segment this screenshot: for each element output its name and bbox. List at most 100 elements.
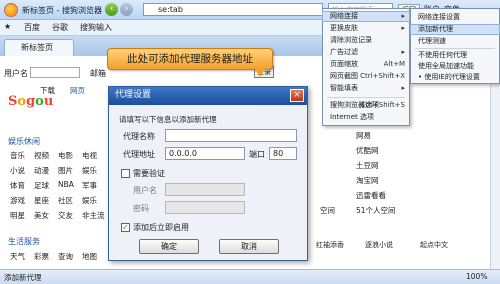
tab-web[interactable]: 网页	[70, 85, 85, 96]
username-input[interactable]	[30, 67, 80, 78]
link[interactable]: 地图	[82, 251, 97, 262]
site-list: 网易 优酷网 土豆网 淘宝网 迅雷看看 51个人空间 空间	[320, 130, 416, 230]
link[interactable]: NBA	[58, 180, 74, 189]
entertainment-grid: 音乐 视频 电影 电视 小说 动漫 图片 娱乐 体育 足球 NBA 军事 游戏 …	[10, 150, 110, 230]
link[interactable]: 动漫	[34, 165, 49, 176]
ok-button[interactable]: 确定	[139, 239, 199, 254]
auth-label: 需要验证	[133, 169, 165, 178]
status-bar	[0, 269, 500, 284]
site-link[interactable]: 空间	[320, 205, 335, 216]
zoom-level[interactable]: 100%	[466, 272, 487, 281]
proxy-name-input[interactable]	[165, 129, 297, 142]
username-label: 用户名	[4, 69, 28, 78]
proxy-dialog: 代理设置 × 请填写以下信息以添加新代理 代理名称 代理地址 0.0.0.0 端…	[108, 86, 308, 261]
menu-options[interactable]: 搜狗浏览器选项 Ctrl+Shift+S	[323, 101, 409, 110]
window-title: 新标签页 - 搜狗浏览器	[22, 6, 102, 15]
submenu-proxy-speed[interactable]: 代理测速	[411, 37, 499, 46]
dialog-title: 代理设置	[109, 87, 307, 105]
fav-baidu[interactable]: 百度	[24, 22, 40, 33]
link[interactable]: 娱乐	[82, 165, 97, 176]
link[interactable]: 军事	[82, 180, 97, 191]
site-link[interactable]: 淘宝网	[356, 175, 379, 186]
browser-logo-icon	[4, 3, 18, 17]
bottom-link[interactable]: 起点中文	[420, 240, 448, 250]
proxy-name-label: 代理名称	[123, 132, 155, 141]
forward-icon[interactable]: ›	[120, 3, 133, 16]
link[interactable]: 电影	[58, 150, 73, 161]
proxy-address-input[interactable]: 0.0.0.0	[165, 147, 245, 160]
bottom-link[interactable]: 逐浪小说	[365, 240, 393, 250]
submenu-no-proxy[interactable]: 不使用任何代理	[411, 51, 499, 60]
enable-label: 添加后立即启用	[133, 223, 189, 232]
menu-separator	[327, 97, 405, 98]
link[interactable]: 足球	[34, 180, 49, 191]
site-link[interactable]: 51个人空间	[356, 205, 396, 216]
link[interactable]: 查询	[58, 251, 73, 262]
link[interactable]: 星座	[34, 195, 49, 206]
status-text: 添加新代理	[4, 273, 42, 282]
proxy-address-label: 代理地址	[123, 150, 155, 159]
menu-network[interactable]: 网络连接 ▸	[322, 11, 410, 22]
callout-tip: 此处可添加代理服务器地址	[107, 48, 273, 70]
link[interactable]: 视频	[34, 150, 49, 161]
submenu-ie-proxy[interactable]: • 使用IE的代理设置	[411, 73, 499, 82]
site-link[interactable]: 网易	[356, 130, 371, 141]
auth-user-label: 用户名	[133, 186, 157, 195]
menu-skin[interactable]: 更换皮肤 ▸	[323, 24, 409, 33]
auth-pass-label: 密码	[133, 204, 149, 213]
site-link[interactable]: 土豆网	[356, 160, 379, 171]
fav-sogou[interactable]: 搜狗输入	[80, 22, 112, 33]
link[interactable]: 图片	[58, 165, 73, 176]
link[interactable]: 社区	[58, 195, 73, 206]
address-bar[interactable]: se:tab	[143, 3, 323, 16]
tab-new[interactable]: 新标签页	[4, 39, 74, 56]
link[interactable]: 电视	[82, 150, 97, 161]
site-link[interactable]: 优酷网	[356, 145, 379, 156]
auth-pass-input[interactable]	[165, 201, 245, 214]
port-label: 端口	[249, 150, 265, 159]
tools-menu: 网络连接 ▸ 更换皮肤 ▸ 清除浏览记录 广告过滤 ▸ 页面缩放 Alt+M 网页截图 C…	[322, 8, 410, 126]
fav-google[interactable]: 谷歌	[52, 22, 68, 33]
scrollbar[interactable]	[490, 56, 500, 269]
menu-zoom[interactable]: 页面缩放 Alt+M	[323, 60, 409, 69]
bottom-link[interactable]: 红袖添香	[316, 240, 344, 250]
link[interactable]: 天气	[10, 251, 25, 262]
menu-separator	[415, 48, 495, 49]
menu-autofill[interactable]: 智能填表 ▸	[323, 84, 409, 93]
dialog-hint: 请填写以下信息以添加新代理	[119, 115, 217, 124]
menu-internet-options[interactable]: Internet 选项	[323, 113, 409, 122]
cancel-button[interactable]: 取消	[219, 239, 279, 254]
link[interactable]: 游戏	[10, 195, 25, 206]
sogou-logo: Sogou	[8, 94, 54, 109]
menu-screenshot[interactable]: 网页截图 Ctrl+Shift+X	[323, 72, 409, 81]
link[interactable]: 非主流	[82, 210, 105, 221]
menu-clear-history[interactable]: 清除浏览记录	[323, 36, 409, 45]
submenu-add-proxy[interactable]: 添加新代理	[410, 24, 500, 35]
link[interactable]: 彩票	[34, 251, 49, 262]
mail-label: 邮箱	[90, 69, 106, 78]
menu-adblock[interactable]: 广告过滤 ▸	[323, 48, 409, 57]
link[interactable]: 明星	[10, 210, 25, 221]
link[interactable]: 体育	[10, 180, 25, 191]
site-link[interactable]: 迅雷看看	[356, 190, 386, 201]
section-entertainment: 娱乐休闲	[8, 137, 40, 146]
fav-star-icon: ★	[4, 22, 12, 31]
submenu-network-settings[interactable]: 网络连接设置	[411, 13, 499, 22]
callout-tail	[255, 69, 265, 77]
link[interactable]: 娱乐	[82, 195, 97, 206]
link[interactable]: 音乐	[10, 150, 25, 161]
close-icon[interactable]: ×	[290, 89, 304, 102]
link[interactable]: 交友	[58, 210, 73, 221]
proxy-submenu: 网络连接设置 添加新代理 代理测速 不使用任何代理 使用全局加速功能 • 使用I…	[410, 8, 500, 84]
section-life: 生活服务	[8, 237, 40, 246]
tab-download[interactable]: 下载	[40, 85, 55, 96]
life-grid: 天气 彩票 查询 地图	[10, 251, 110, 263]
back-icon[interactable]: ‹	[105, 3, 118, 16]
link[interactable]: 美女	[34, 210, 49, 221]
port-input[interactable]: 80	[269, 147, 297, 160]
submenu-global-accel[interactable]: 使用全局加速功能	[411, 62, 499, 71]
enable-checkbox[interactable]: ✓	[121, 223, 130, 232]
auth-checkbox[interactable]	[121, 169, 130, 178]
link[interactable]: 小说	[10, 165, 25, 176]
auth-user-input[interactable]	[165, 183, 245, 196]
